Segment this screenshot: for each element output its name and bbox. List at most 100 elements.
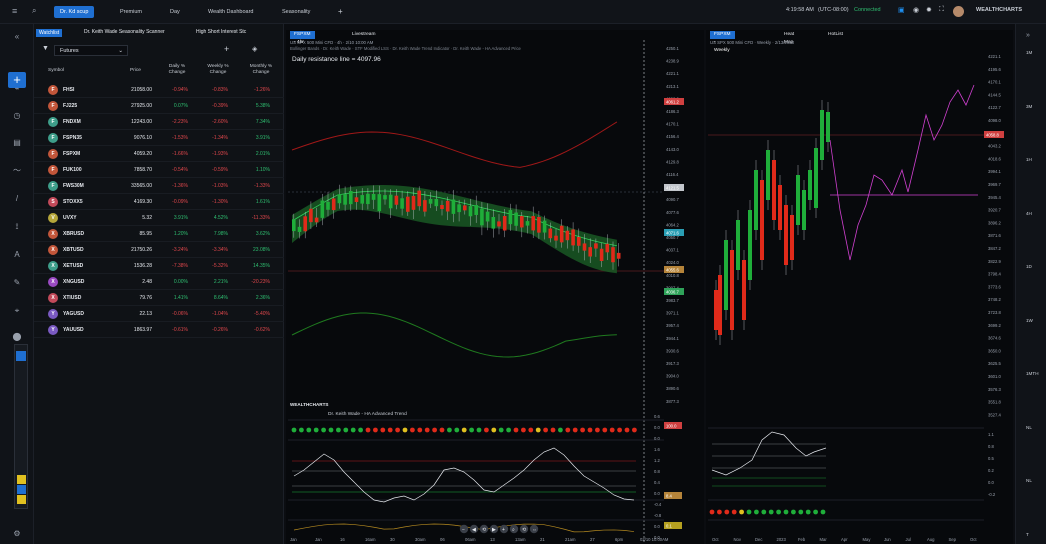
candle[interactable] [400, 198, 404, 209]
candle[interactable] [542, 220, 547, 233]
candle[interactable] [802, 190, 806, 230]
cursor-icon[interactable] [16, 351, 26, 361]
candle[interactable] [434, 198, 439, 207]
tab-watchlist[interactable]: Watchlist [36, 29, 63, 37]
candle[interactable] [778, 185, 782, 230]
timeframe-nl-7[interactable]: NL [1026, 425, 1032, 430]
candle[interactable] [537, 216, 541, 233]
list-select[interactable]: Futures ⌄ [54, 45, 128, 56]
layout-icon[interactable]: ▤ [12, 138, 22, 148]
watchlist-row[interactable]: F FWS30M 33565.00 -1.36% -1.03% -1.33% [34, 178, 284, 194]
candle[interactable] [790, 215, 794, 260]
candle[interactable] [616, 252, 621, 259]
watchlist-row[interactable]: X XBRUSD 85.95 1.20% 7.98% 3.62% [34, 226, 284, 242]
bell-icon[interactable]: ◉ [913, 6, 919, 14]
timeframe-1w-5[interactable]: 1W [1026, 318, 1033, 323]
watchlist-row[interactable]: F FNDXM 12243.00 -2.23% -2.60% 7.34% [34, 114, 284, 130]
candle[interactable] [724, 240, 728, 310]
candle[interactable] [571, 229, 575, 246]
col-price[interactable]: Price [130, 68, 141, 74]
watchlist-row[interactable]: F FJ225 27925.00 0.07% -0.39% 5.38% [34, 98, 284, 114]
timeframe-nl-8[interactable]: NL [1026, 478, 1032, 483]
expand-icon[interactable]: ⛶ [939, 6, 944, 14]
candle[interactable] [760, 180, 764, 260]
oscillator-line[interactable] [293, 447, 635, 503]
candle[interactable] [354, 197, 359, 202]
col-daily-change[interactable]: Daily % Change [166, 64, 188, 75]
tab-premium[interactable]: Premium [114, 6, 148, 18]
candle[interactable] [331, 198, 336, 211]
gear-icon[interactable]: ✹ [926, 6, 932, 14]
candle[interactable] [349, 191, 353, 205]
col-weekly-change[interactable]: Weekly % Change [207, 64, 229, 75]
candle[interactable] [326, 201, 330, 210]
candle[interactable] [772, 160, 776, 220]
tab-wealth-dashboard[interactable]: Wealth Dashboard [202, 6, 259, 18]
col-monthly-change[interactable]: Monthly % Change [248, 64, 274, 75]
candle[interactable] [428, 198, 433, 204]
tab-seasonality[interactable]: Seasonality [276, 6, 316, 18]
candle[interactable] [820, 110, 824, 160]
candle[interactable] [742, 260, 746, 320]
timeframe-1h-2[interactable]: 1H [1026, 157, 1032, 162]
candle[interactable] [714, 290, 718, 330]
candle[interactable] [611, 247, 615, 263]
watchlist-row[interactable]: F FSPN35 9076.10 -1.53% -1.34% 3.91% [34, 130, 284, 146]
candle[interactable] [559, 225, 564, 243]
candle[interactable] [297, 226, 302, 232]
timeframe-t-9[interactable]: T [1026, 532, 1029, 537]
timeframe-3m-1[interactable]: 3M [1026, 104, 1032, 109]
candle[interactable] [548, 228, 553, 239]
bollinger-upper[interactable] [291, 121, 618, 168]
tab-high-short-interest[interactable]: High Short Interest Stc [196, 29, 246, 35]
candle[interactable] [565, 230, 570, 241]
tab-day[interactable]: Day [164, 6, 186, 18]
candle[interactable] [525, 221, 530, 226]
clock-icon[interactable]: ◷ [12, 111, 22, 121]
candle[interactable] [457, 204, 461, 213]
candle[interactable] [474, 205, 478, 215]
watchlist-row[interactable]: F FUK100 7858.70 -0.54% -0.59% 1.10% [34, 162, 284, 178]
settings-icon[interactable]: ⚙ [12, 529, 22, 539]
candle[interactable] [388, 194, 393, 209]
line-tool-icon[interactable]: / [12, 194, 22, 204]
candle[interactable] [377, 194, 382, 212]
tab-seasonality-scanner[interactable]: Dr. Keith Wade Seasonality Scanner [84, 29, 165, 35]
candle[interactable] [303, 216, 307, 232]
candle[interactable] [406, 196, 410, 212]
candle[interactable] [394, 195, 399, 205]
oscillator-line[interactable] [711, 431, 827, 476]
candle[interactable] [808, 170, 812, 200]
watchlist-row[interactable]: F FHSI 21058.00 -0.94% -0.83% -1.26% [34, 82, 284, 98]
candle[interactable] [440, 205, 444, 210]
candle[interactable] [582, 243, 587, 251]
candle[interactable] [451, 199, 456, 214]
candle[interactable] [730, 250, 734, 330]
seasonality-projection[interactable] [829, 84, 975, 261]
fib-icon[interactable]: ⟟ [12, 222, 22, 232]
watchlist-row[interactable]: F FSPXM 4059.20 -1.66% -1.93% 2.01% [34, 146, 284, 162]
chart-4hr[interactable]: FSPXM - 4hr Livestream US SPX 500 Mini C… [286, 30, 704, 544]
candle[interactable] [445, 200, 450, 212]
tab-dr-kd-scup[interactable]: Dr. Kd scup [54, 6, 95, 18]
text-tool-icon[interactable]: A [12, 250, 22, 260]
save-icon[interactable]: ▣ [898, 6, 905, 14]
watchlist-row[interactable]: Y YAUUSD 1863.97 -0.61% -0.26% -0.62% [34, 322, 284, 338]
bollinger-lower[interactable] [291, 312, 617, 358]
color-swatch-yellow[interactable] [17, 475, 26, 484]
watchlist-row[interactable]: Y YAGUSD 22.13 -0.06% -1.04% -5.40% [34, 306, 284, 322]
col-symbol[interactable]: Symbol [48, 68, 64, 74]
filter-icon[interactable]: ▼ [42, 45, 49, 52]
chart-4hr-canvas[interactable]: 4250.14238.94221.14213.14200.24186.34170… [286, 30, 704, 544]
candle[interactable] [577, 236, 581, 246]
candle[interactable] [754, 170, 758, 230]
candle[interactable] [371, 193, 376, 200]
timeframe-4h-3[interactable]: 4H [1026, 211, 1032, 216]
watchlist-row[interactable]: X XETUSD 1536.28 -7.38% -5.32% 14.35% [34, 258, 284, 274]
add-tab-button[interactable]: + [332, 6, 349, 18]
candle[interactable] [423, 200, 427, 212]
candle[interactable] [594, 243, 598, 249]
candle[interactable] [796, 175, 800, 225]
candle[interactable] [531, 216, 535, 231]
watchlist-row[interactable]: S STOXX5 4169.30 -0.09% -1.30% 1.61% [34, 194, 284, 210]
